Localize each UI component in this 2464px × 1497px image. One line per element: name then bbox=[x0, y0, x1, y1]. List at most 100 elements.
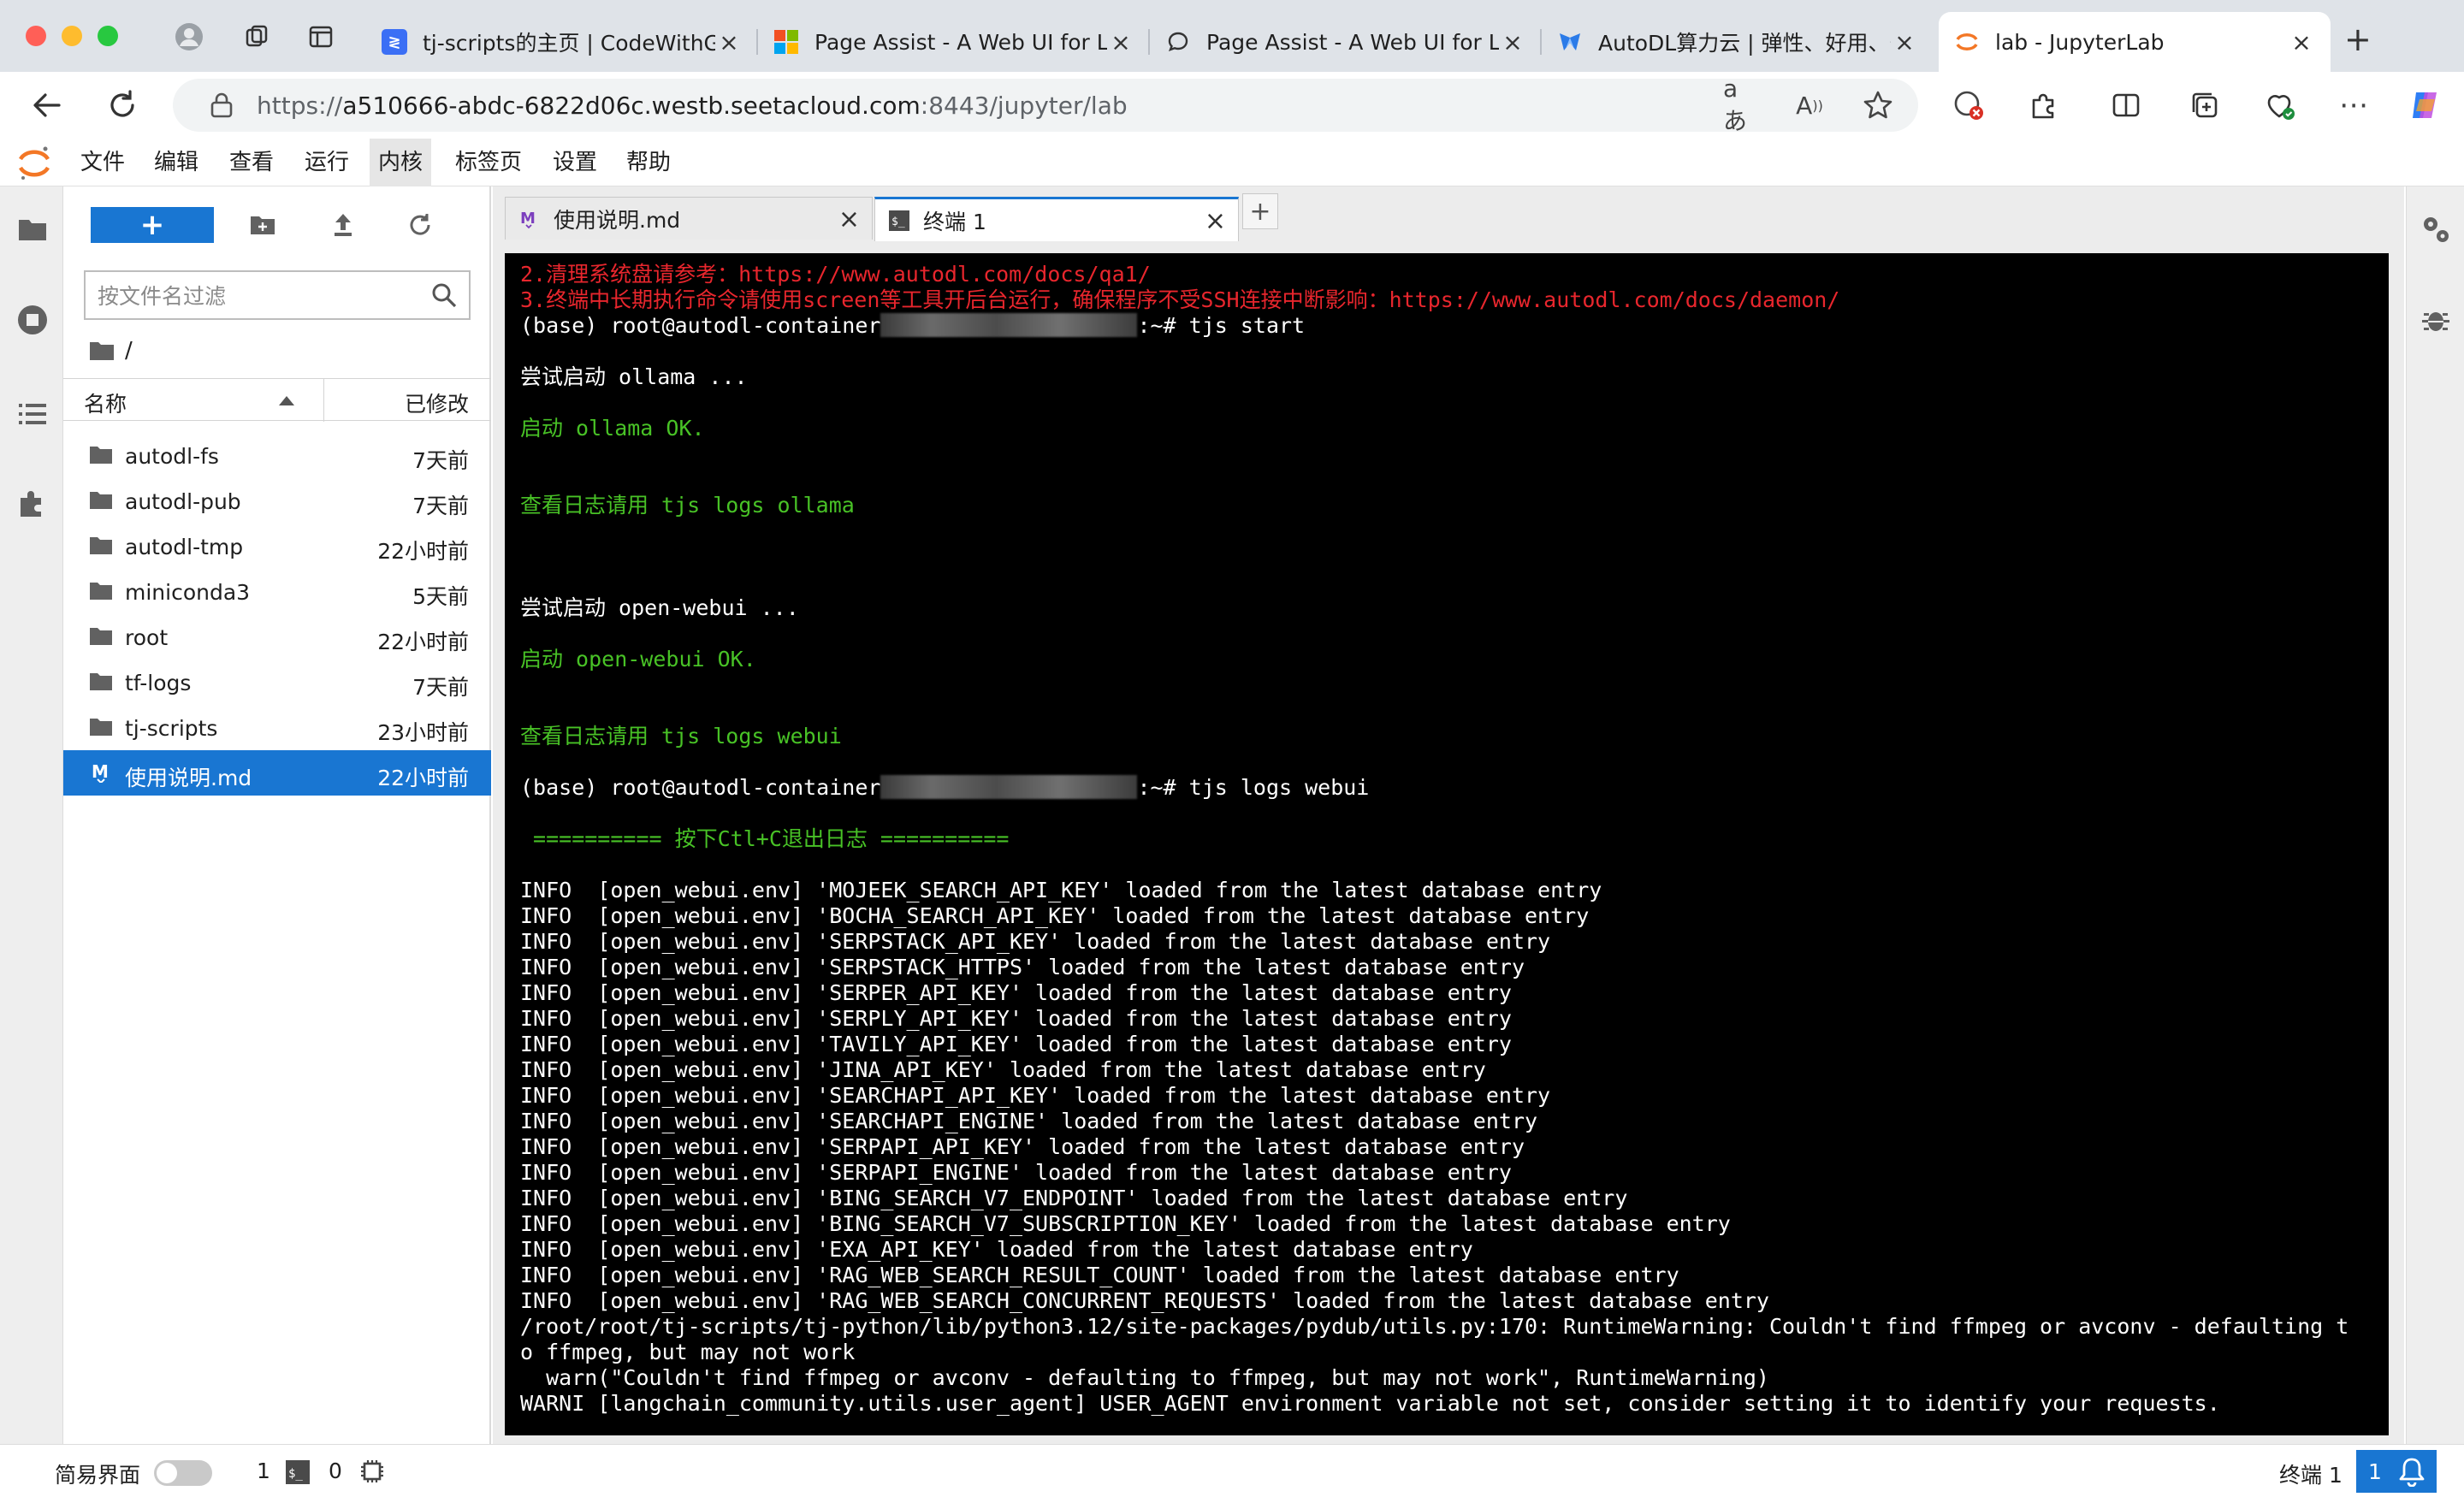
column-divider bbox=[323, 379, 324, 422]
terminal-count[interactable]: 0 bbox=[329, 1459, 342, 1483]
translate-icon[interactable]: aあ bbox=[1723, 74, 1759, 135]
file-browser-folder-icon[interactable] bbox=[15, 212, 50, 246]
terminal-line-text: INFO [open_webui.env] 'BOCHA_SEARCH_API_… bbox=[520, 903, 1590, 928]
menu-help[interactable]: 帮助 bbox=[618, 139, 679, 186]
new-tab-button[interactable]: + bbox=[2344, 21, 2372, 58]
terminal-line: /root/root/tj-scripts/tj-python/lib/pyth… bbox=[520, 1314, 2377, 1340]
close-tab-icon[interactable]: × bbox=[1891, 28, 1918, 56]
menu-edit[interactable]: 编辑 bbox=[145, 139, 207, 186]
back-arrow-icon[interactable] bbox=[26, 84, 68, 127]
workspaces-icon[interactable] bbox=[243, 22, 272, 51]
menu-tabs[interactable]: 标签页 bbox=[447, 139, 530, 186]
close-tab-icon[interactable]: × bbox=[1499, 28, 1526, 56]
property-inspector-gears-icon[interactable] bbox=[2419, 212, 2453, 246]
profile-avatar-icon[interactable] bbox=[175, 22, 204, 51]
browser-tab-4[interactable]: lab - JupyterLab × bbox=[1939, 12, 2331, 72]
file-filter-input[interactable] bbox=[98, 281, 423, 311]
read-aloud-glyph: A bbox=[1796, 91, 1813, 120]
home-folder-icon[interactable] bbox=[89, 340, 115, 362]
browser-tab-0[interactable]: ≷ tj-scripts的主页 | CodeWithGPU × bbox=[366, 12, 758, 72]
terminal-line: 3.终端中长期执行命令请使用screen等工具开后台运行，确保程序不受SSH连接… bbox=[520, 287, 2377, 313]
file-row-root[interactable]: root 22小时前 bbox=[63, 614, 491, 660]
menu-file[interactable]: 文件 bbox=[72, 139, 133, 186]
zoom-window-button[interactable] bbox=[98, 26, 118, 46]
new-launcher-button[interactable]: + bbox=[91, 207, 214, 243]
close-tab-icon[interactable]: × bbox=[1107, 28, 1134, 56]
extensions-puzzle-icon[interactable] bbox=[2026, 87, 2062, 123]
kernel-count[interactable]: 1 bbox=[257, 1459, 270, 1483]
favorite-star-icon[interactable] bbox=[1860, 87, 1896, 123]
lock-icon[interactable] bbox=[210, 92, 233, 118]
sort-ascending-icon[interactable] bbox=[279, 396, 294, 405]
terminal-line-text: INFO [open_webui.env] 'BING_SEARCH_V7_EN… bbox=[520, 1186, 1628, 1210]
browser-tab-strip: ≷ tj-scripts的主页 | CodeWithGPU × Page Ass… bbox=[0, 0, 2464, 72]
menu-kernel[interactable]: 内核 bbox=[370, 139, 432, 186]
minimize-window-button[interactable] bbox=[62, 26, 82, 46]
collections-icon[interactable] bbox=[2187, 87, 2223, 123]
doc-tab-readme[interactable]: M 使用说明.md × bbox=[505, 197, 873, 240]
address-bar[interactable]: https://a510666-abdc-6822d06c.westb.seet… bbox=[173, 79, 1918, 132]
close-tab-icon[interactable]: × bbox=[1205, 206, 1226, 236]
chat-bubble-icon bbox=[1165, 29, 1191, 55]
microsoft-store-icon bbox=[773, 29, 799, 55]
terminal-line: INFO [open_webui.env] 'SERPAPI_ENGINE' l… bbox=[520, 1160, 2377, 1186]
doc-tab-label: 使用说明.md bbox=[554, 207, 681, 233]
browser-tab-2[interactable]: Page Assist - A Web UI for Local AI Mode… bbox=[1150, 12, 1542, 72]
browser-essentials-icon[interactable] bbox=[2262, 87, 2298, 123]
terminal-line-text: warn("Couldn't find ffmpeg or avconv - d… bbox=[520, 1365, 1769, 1390]
split-screen-icon[interactable] bbox=[2108, 87, 2144, 123]
tab-actions-icon[interactable] bbox=[306, 22, 335, 51]
browser-tab-1[interactable]: Page Assist - A Web UI for Local AI Mode… bbox=[758, 12, 1150, 72]
column-modified-header[interactable]: 已修改 bbox=[405, 388, 469, 418]
notifications-button[interactable]: 1 bbox=[2356, 1450, 2437, 1493]
extension-manager-icon[interactable] bbox=[15, 486, 50, 520]
more-menu-icon[interactable]: ⋯ bbox=[2336, 87, 2372, 123]
terminal-line-text: INFO [open_webui.env] 'BING_SEARCH_V7_SU… bbox=[520, 1211, 1731, 1236]
column-name-header[interactable]: 名称 bbox=[84, 388, 127, 418]
file-row-miniconda3[interactable]: miniconda3 5天前 bbox=[63, 569, 491, 614]
refresh-icon[interactable] bbox=[404, 209, 436, 241]
running-sessions-icon[interactable] bbox=[15, 303, 50, 337]
terminal-prompt-command: :~# tjs logs webui bbox=[1137, 775, 1370, 800]
terminal-output[interactable]: 2.清理系统盘请参考：https://www.autodl.com/docs/q… bbox=[505, 253, 2389, 1435]
add-tab-button[interactable]: + bbox=[1242, 193, 1278, 229]
close-tab-icon[interactable]: × bbox=[838, 204, 860, 234]
doc-tab-terminal[interactable]: $_ 终端 1 × bbox=[874, 197, 1239, 241]
file-list-header: 名称 已修改 bbox=[63, 378, 491, 422]
close-window-button[interactable] bbox=[26, 26, 46, 46]
terminal-line: 尝试启动 open-webui ... bbox=[520, 595, 2377, 621]
tracking-prevention-icon[interactable] bbox=[1951, 87, 1987, 123]
close-tab-icon[interactable]: × bbox=[2288, 28, 2315, 56]
reload-icon[interactable] bbox=[101, 84, 144, 127]
markdown-file-icon: M bbox=[92, 762, 109, 783]
file-row-tj-scripts[interactable]: tj-scripts 23小时前 bbox=[63, 705, 491, 750]
menu-view[interactable]: 查看 bbox=[221, 139, 282, 186]
terminal-line: INFO [open_webui.env] 'MOJEEK_SEARCH_API… bbox=[520, 878, 2377, 903]
terminal-icon: $_ bbox=[889, 210, 909, 231]
file-row-tf-logs[interactable]: tf-logs 7天前 bbox=[63, 660, 491, 705]
menu-settings[interactable]: 设置 bbox=[544, 139, 606, 186]
close-tab-icon[interactable]: × bbox=[715, 28, 743, 56]
upload-icon[interactable] bbox=[327, 209, 359, 241]
browser-tab-3[interactable]: AutoDL算力云 | 弹性、好用、省钱 × bbox=[1542, 12, 1934, 72]
file-row-autodl-fs[interactable]: autodl-fs 7天前 bbox=[63, 433, 491, 478]
file-row-autodl-tmp[interactable]: autodl-tmp 22小时前 bbox=[63, 524, 491, 569]
copilot-icon[interactable] bbox=[2408, 87, 2443, 123]
simple-mode-toggle[interactable] bbox=[154, 1460, 212, 1486]
breadcrumb-root[interactable]: / bbox=[125, 338, 133, 364]
debugger-bug-icon[interactable] bbox=[2419, 303, 2453, 337]
read-aloud-icon[interactable]: A)) bbox=[1792, 87, 1827, 123]
terminal-lines: 2.清理系统盘请参考：https://www.autodl.com/docs/q… bbox=[520, 262, 2377, 1417]
file-row-readme-md[interactable]: M 使用说明.md 22小时前 bbox=[63, 750, 491, 796]
new-folder-icon[interactable] bbox=[246, 209, 279, 241]
menu-run[interactable]: 运行 bbox=[296, 139, 358, 186]
file-name: tf-logs bbox=[125, 671, 192, 695]
file-name: autodl-pub bbox=[125, 489, 241, 514]
bell-icon bbox=[2399, 1458, 2425, 1487]
terminal-line: INFO [open_webui.env] 'SEARCHAPI_API_KEY… bbox=[520, 1083, 2377, 1109]
table-of-contents-icon[interactable] bbox=[15, 397, 50, 431]
file-row-autodl-pub[interactable]: autodl-pub 7天前 bbox=[63, 478, 491, 524]
kernel-status-icon[interactable] bbox=[359, 1459, 385, 1484]
